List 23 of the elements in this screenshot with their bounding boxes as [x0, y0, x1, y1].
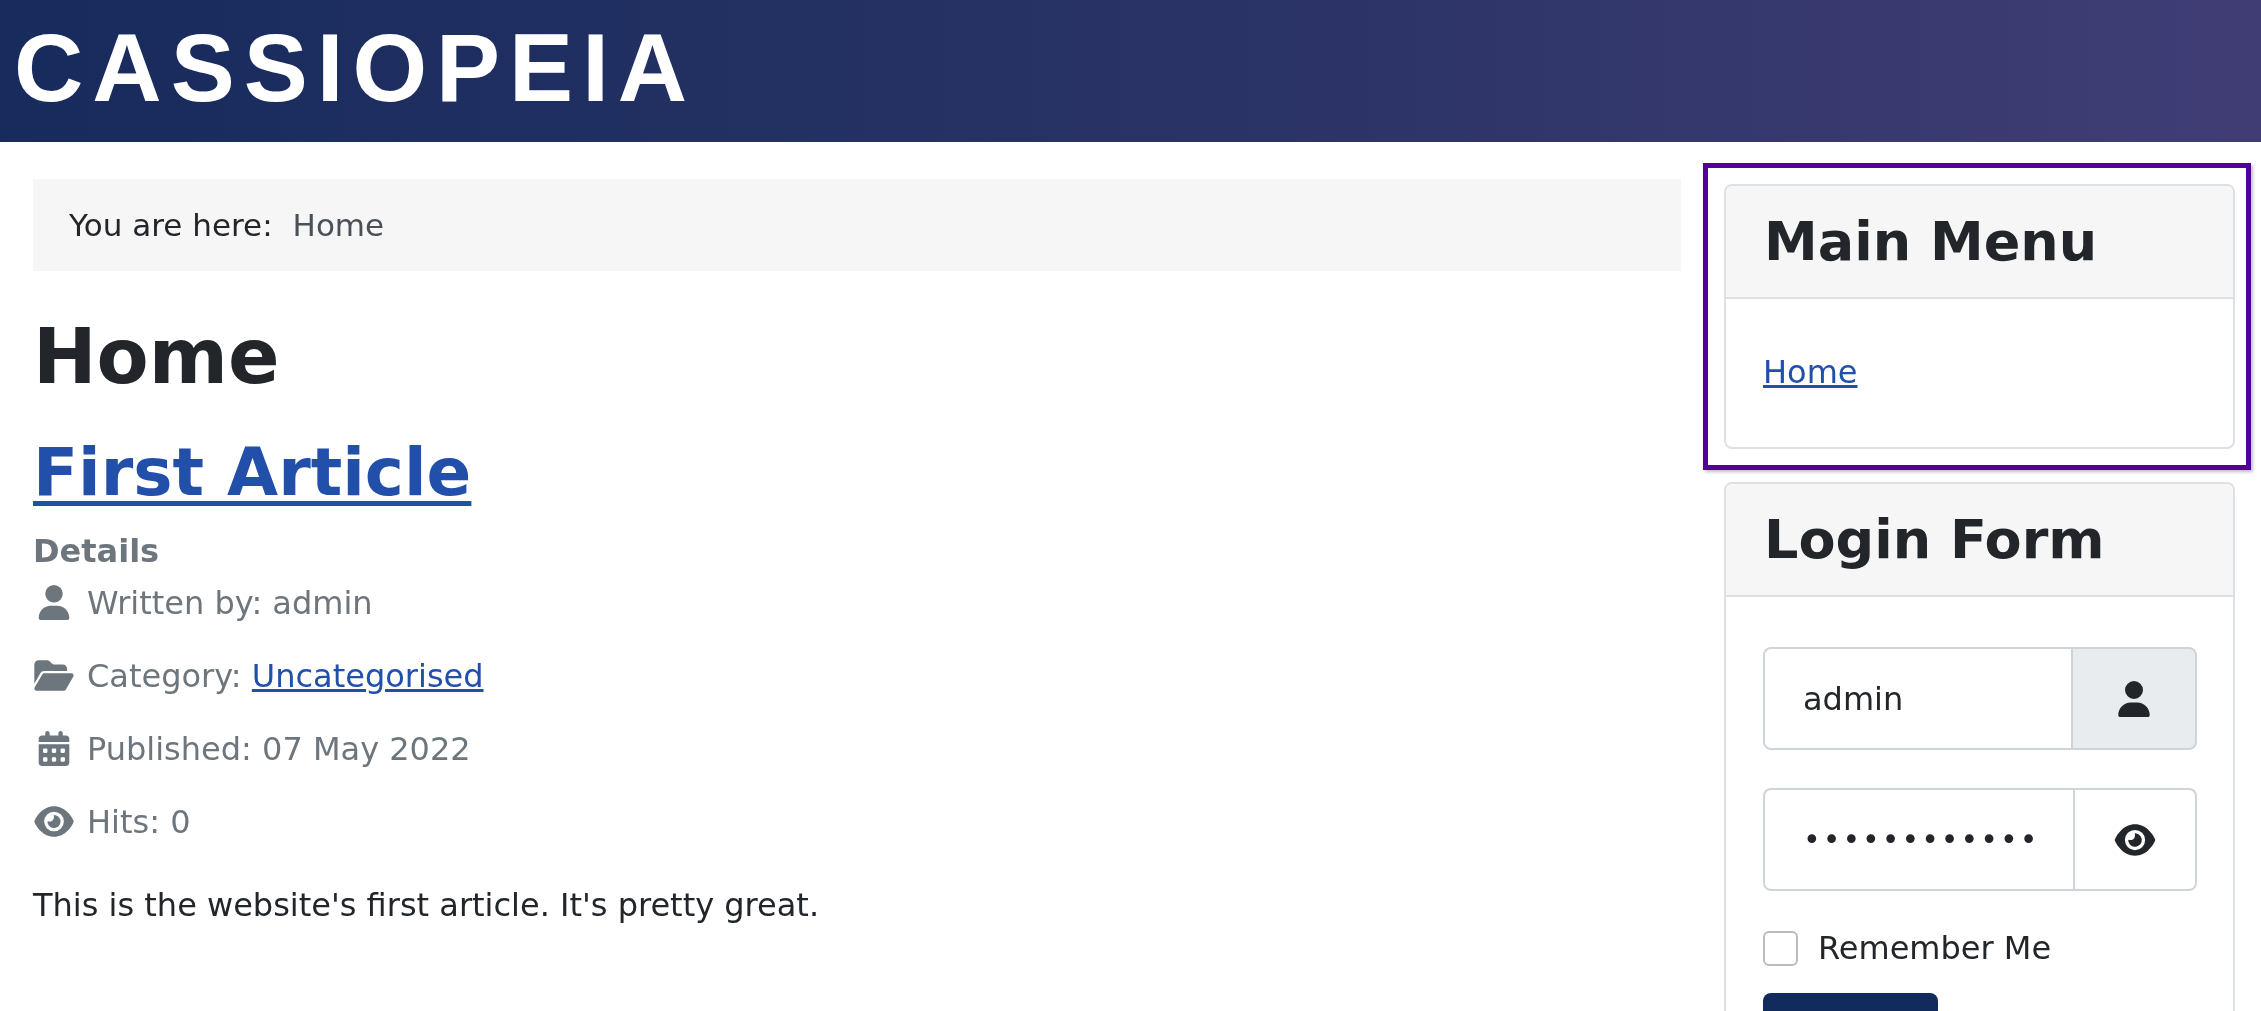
breadcrumb-label: You are here:: [69, 207, 273, 243]
module-title: Login Form: [1764, 508, 2105, 571]
meta-text: Written by: admin: [87, 584, 373, 622]
module-title: Main Menu: [1764, 210, 2098, 273]
folder-icon: [33, 658, 75, 694]
meta-text: Hits: 0: [87, 803, 191, 841]
meta-text: Published: 07 May 2022: [87, 730, 471, 768]
details-heading: Details: [33, 532, 161, 571]
site-logo[interactable]: CASSIOPEIA: [14, 20, 697, 122]
article-text: This is the website's first article. It's pretty great.: [33, 886, 821, 925]
category-link[interactable]: Uncategorised: [251, 657, 484, 695]
menu-link[interactable]: Home: [1763, 349, 1858, 395]
meta-text: Category: Uncategorised: [87, 657, 484, 695]
breadcrumb-item: Home: [292, 207, 385, 243]
password-field[interactable]: ••••••••••••: [1763, 788, 2075, 891]
eye-icon: [33, 804, 75, 840]
article-title-link[interactable]: First Article: [33, 433, 472, 511]
show-password-button[interactable]: [2075, 788, 2197, 891]
page-title: Home: [33, 315, 281, 399]
remember-checkbox[interactable]: [1763, 930, 1798, 966]
eye-icon: [2114, 821, 2156, 858]
username-field[interactable]: admin: [1763, 647, 2073, 750]
remember-label: Remember Me: [1818, 929, 2052, 967]
